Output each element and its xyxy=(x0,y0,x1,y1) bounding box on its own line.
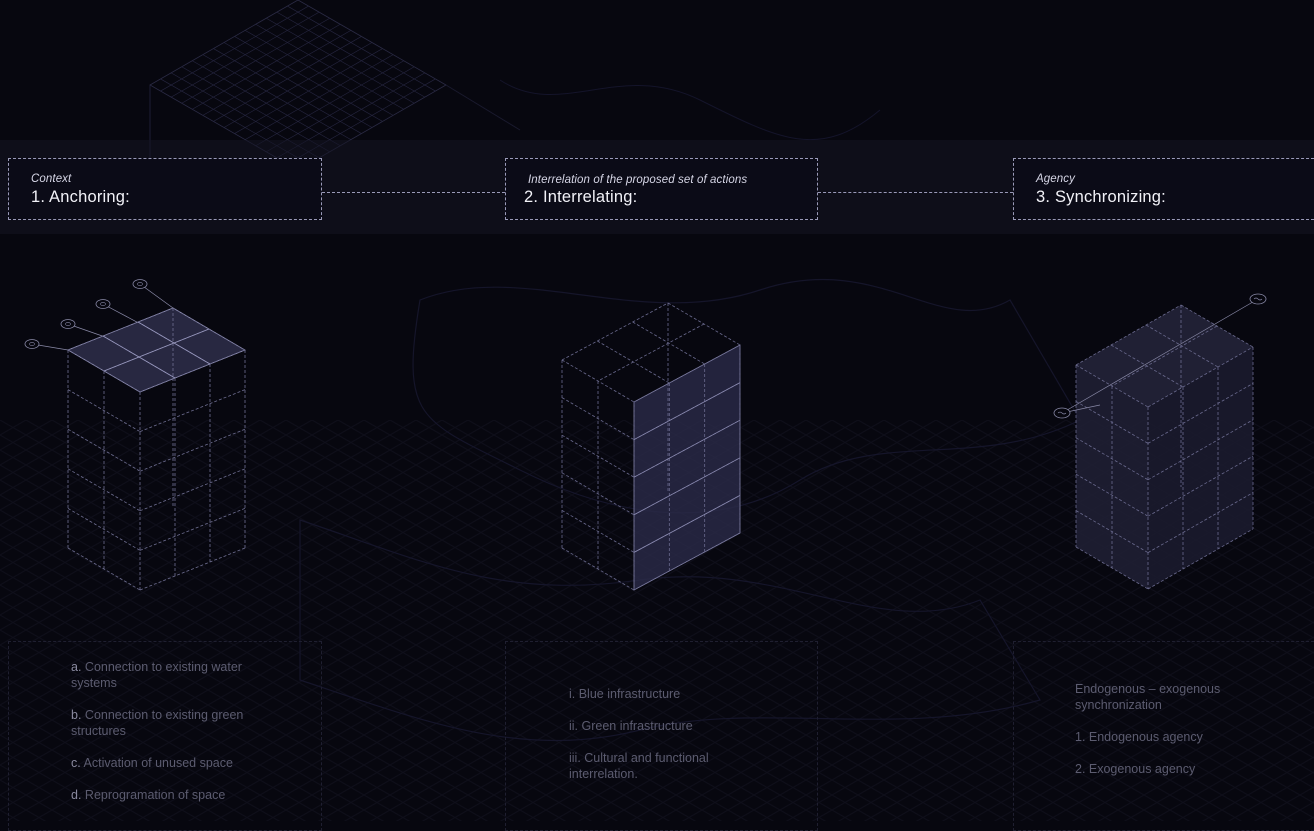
list-item: c. Activation of unused space xyxy=(71,756,233,770)
synchronizing-items-list: Endogenous – exogenous synchronization 1… xyxy=(1075,681,1255,793)
anchoring-level-line xyxy=(139,389,246,432)
interrelating-block-diagram xyxy=(561,302,741,591)
stage-title: 2. Interrelating: xyxy=(524,188,638,206)
synchronizing-items-panel: Endogenous – exogenous synchronization 1… xyxy=(1013,641,1314,831)
stage-subtitle: Agency xyxy=(1036,173,1075,185)
stage-subtitle: Interrelation of the proposed set of act… xyxy=(528,174,748,186)
interrelating-block xyxy=(561,302,741,591)
anchoring-level-line xyxy=(67,468,141,512)
stage-title: 3. Synchronizing: xyxy=(1036,188,1166,206)
stage-header-anchoring: Context 1. Anchoring: xyxy=(8,158,322,220)
interrelating-top-grid-line xyxy=(632,321,705,365)
interrelating-front-face xyxy=(633,344,741,591)
list-item: ii. Green infrastructure xyxy=(569,719,693,733)
anchoring-level-line xyxy=(67,428,141,472)
list-item: b. Connection to existing green structur… xyxy=(71,708,244,738)
anchoring-level-line xyxy=(139,468,246,512)
stage-header-synchronizing: Agency 3. Synchronizing: xyxy=(1013,158,1314,220)
synchronizing-block xyxy=(1053,293,1267,590)
anchoring-items-list: a. Connection to existing water systems … xyxy=(71,659,261,819)
stage-header-interrelating: Interrelation of the proposed set of act… xyxy=(505,158,818,220)
list-item: 1. Endogenous agency xyxy=(1075,730,1203,744)
anchoring-level-line xyxy=(67,508,141,551)
marker-icon xyxy=(95,299,111,309)
synchronizing-block-diagram xyxy=(1053,293,1267,590)
list-item: 2. Exogenous agency xyxy=(1075,762,1196,776)
anchoring-level-line xyxy=(139,508,246,551)
list-item: d. Reprogramation of space xyxy=(71,788,226,802)
anchoring-level-line xyxy=(139,428,246,472)
list-item: Endogenous – exogenous synchronization xyxy=(1075,682,1221,712)
marker-icon xyxy=(132,279,148,289)
list-item: iii. Cultural and functional interrelati… xyxy=(569,751,709,781)
anchoring-block-diagram xyxy=(24,279,246,591)
anchoring-level-line xyxy=(139,547,246,591)
interrelating-items-panel: i. Blue infrastructure ii. Green infrast… xyxy=(505,641,818,831)
stage-subtitle: Context xyxy=(31,173,72,185)
interrelating-items-list: i. Blue infrastructure ii. Green infrast… xyxy=(569,686,749,798)
anchoring-block xyxy=(24,279,246,591)
list-item: a. Connection to existing water systems xyxy=(71,660,242,690)
interrelating-top-grid-line xyxy=(597,340,670,384)
stage-title: 1. Anchoring: xyxy=(31,188,130,206)
marker-icon xyxy=(60,319,76,329)
connector-line-1-2 xyxy=(322,192,505,193)
anchoring-items-panel: a. Connection to existing water systems … xyxy=(8,641,322,831)
connector-line-2-3 xyxy=(818,192,1013,193)
list-item: i. Blue infrastructure xyxy=(569,687,681,701)
marker-icon xyxy=(24,339,40,349)
anchoring-level-line xyxy=(67,389,141,432)
